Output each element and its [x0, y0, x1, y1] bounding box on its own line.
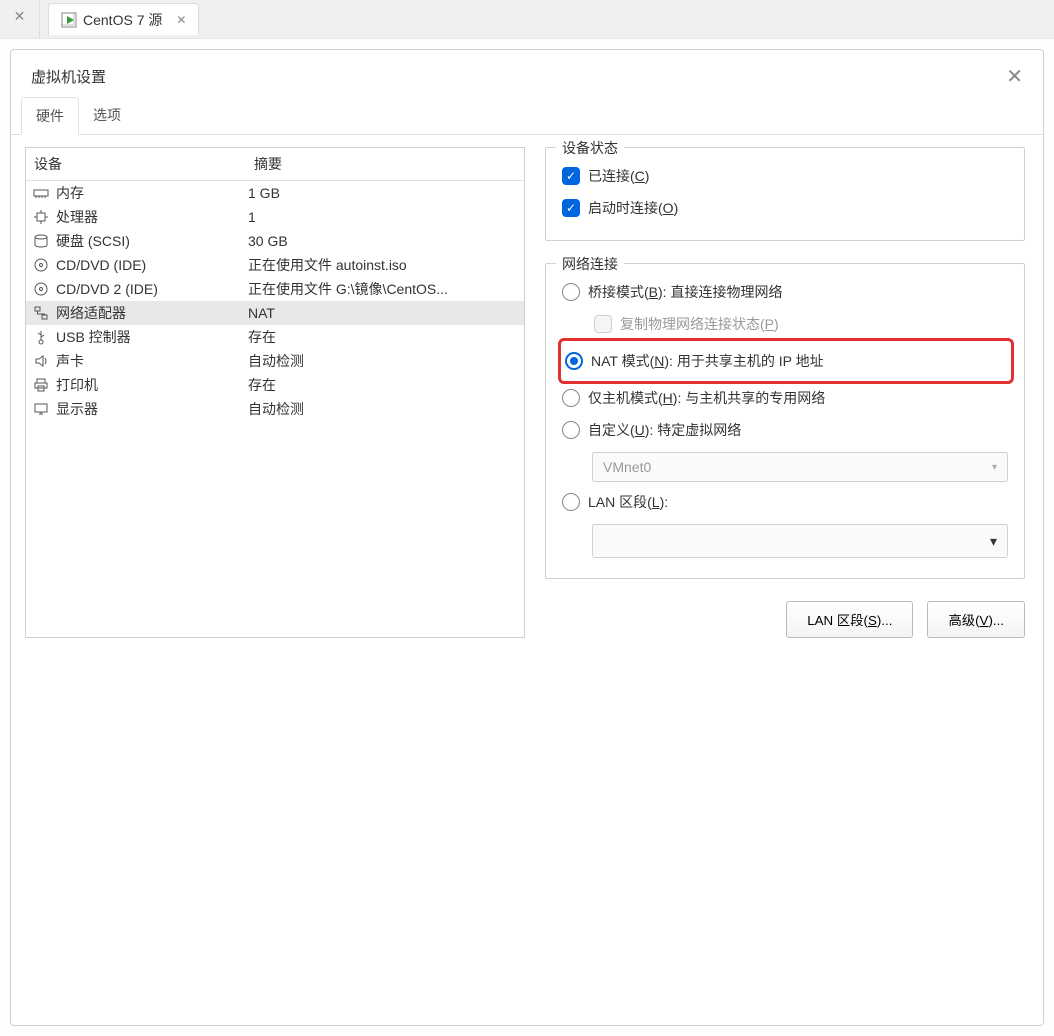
checkbox-checked-icon: ✓ [562, 167, 580, 185]
device-name: 硬盘 (SCSI) [56, 231, 130, 251]
dialog-close-button[interactable]: ✕ [1006, 64, 1023, 89]
device-name: 打印机 [56, 375, 98, 395]
lan-segment-select[interactable]: ▾ [592, 524, 1008, 558]
dialog-tabs: 硬件 选项 [11, 97, 1043, 135]
network-icon [32, 304, 50, 322]
device-summary: 自动检测 [246, 399, 524, 419]
device-row[interactable]: 处理器 1 [26, 205, 524, 229]
device-name: 显示器 [56, 399, 98, 419]
device-name: 网络适配器 [56, 303, 126, 323]
checkbox-checked-icon: ✓ [562, 199, 580, 217]
radio-icon [562, 493, 580, 511]
vm-icon [61, 12, 77, 28]
cd-icon [32, 280, 50, 298]
device-summary: 30 GB [246, 233, 524, 249]
hostonly-label: 仅主机模式(H): 与主机共享的专用网络 [588, 388, 825, 408]
usb-icon [32, 328, 50, 346]
radio-icon [562, 389, 580, 407]
device-summary: 自动检测 [246, 351, 524, 371]
bridged-label: 桥接模式(B): 直接连接物理网络 [588, 282, 782, 302]
memory-icon [32, 184, 50, 202]
radio-custom[interactable]: 自定义(U): 特定虚拟网络 [562, 414, 1008, 446]
replicate-checkbox-row: 复制物理网络连接状态(P) [594, 308, 1008, 340]
chevron-down-icon: ▾ [992, 462, 997, 473]
vm-settings-dialog: 虚拟机设置 ✕ 硬件 选项 设备 摘要 内存 1 GB 处理器 1 硬盘 (SCSI) 3… [10, 49, 1044, 1026]
device-name: 声卡 [56, 351, 84, 371]
connected-checkbox-row[interactable]: ✓ 已连接(C) [562, 160, 1008, 192]
device-state-legend: 设备状态 [556, 138, 624, 158]
nat-highlight: NAT 模式(N): 用于共享主机的 IP 地址 [558, 338, 1014, 384]
printer-icon [32, 376, 50, 394]
connect-on-poweron-label: 启动时连接(O) [588, 198, 678, 218]
device-name: 处理器 [56, 207, 98, 227]
header-device: 设备 [26, 148, 246, 180]
cd-icon [32, 256, 50, 274]
lan-segments-button[interactable]: LAN 区段(S)... [786, 601, 913, 638]
advanced-button[interactable]: 高级(V)... [927, 601, 1025, 638]
dialog-title: 虚拟机设置 [31, 66, 106, 87]
tab-hardware[interactable]: 硬件 [21, 97, 79, 135]
sound-icon [32, 352, 50, 370]
network-legend: 网络连接 [556, 254, 624, 274]
home-tab[interactable]: ✕ [0, 0, 40, 38]
device-row[interactable]: 显示器 自动检测 [26, 397, 524, 421]
nat-label: NAT 模式(N): 用于共享主机的 IP 地址 [591, 351, 824, 371]
device-row[interactable]: USB 控制器 存在 [26, 325, 524, 349]
radio-selected-icon [565, 352, 583, 370]
disk-icon [32, 232, 50, 250]
radio-hostonly[interactable]: 仅主机模式(H): 与主机共享的专用网络 [562, 382, 1008, 414]
device-list-panel: 设备 摘要 内存 1 GB 处理器 1 硬盘 (SCSI) 30 GB CD/DVD (ID… [25, 147, 525, 638]
radio-icon [562, 283, 580, 301]
device-state-group: 设备状态 ✓ 已连接(C) ✓ 启动时连接(O) [545, 147, 1025, 241]
replicate-label: 复制物理网络连接状态(P) [620, 314, 779, 334]
custom-network-value: VMnet0 [603, 459, 651, 475]
close-icon[interactable]: ✕ [14, 8, 26, 25]
header-summary: 摘要 [246, 148, 524, 180]
radio-nat[interactable]: NAT 模式(N): 用于共享主机的 IP 地址 [561, 345, 1007, 377]
device-row[interactable]: CD/DVD (IDE) 正在使用文件 autoinst.iso [26, 253, 524, 277]
device-row[interactable]: CD/DVD 2 (IDE) 正在使用文件 G:\镜像\CentOS... [26, 277, 524, 301]
custom-label: 自定义(U): 特定虚拟网络 [588, 420, 741, 440]
close-icon[interactable]: ✕ [176, 13, 186, 27]
chevron-down-icon: ▾ [990, 533, 997, 550]
vm-tab[interactable]: CentOS 7 源 ✕ [48, 3, 199, 35]
connected-label: 已连接(C) [588, 166, 649, 186]
device-row[interactable]: 打印机 存在 [26, 373, 524, 397]
custom-network-select[interactable]: VMnet0 ▾ [592, 452, 1008, 482]
device-row[interactable]: 内存 1 GB [26, 181, 524, 205]
device-name: CD/DVD (IDE) [56, 257, 146, 273]
cpu-icon [32, 208, 50, 226]
network-connection-group: 网络连接 桥接模式(B): 直接连接物理网络 复制物理网络连接状态(P) NAT… [545, 263, 1025, 579]
device-summary: 正在使用文件 G:\镜像\CentOS... [246, 279, 524, 299]
device-summary: 1 GB [246, 185, 524, 201]
radio-lan-segment[interactable]: LAN 区段(L): [562, 486, 1008, 518]
device-name: 内存 [56, 183, 84, 203]
lan-label: LAN 区段(L): [588, 492, 668, 512]
tab-options[interactable]: 选项 [79, 97, 135, 134]
device-summary: 存在 [246, 327, 524, 347]
radio-icon [562, 421, 580, 439]
device-details-panel: 设备状态 ✓ 已连接(C) ✓ 启动时连接(O) 网络连接 桥接模 [545, 147, 1029, 638]
device-name: USB 控制器 [56, 327, 131, 347]
display-icon [32, 400, 50, 418]
device-summary: 1 [246, 209, 524, 225]
device-summary: 存在 [246, 375, 524, 395]
device-table-header: 设备 摘要 [26, 148, 524, 181]
device-row[interactable]: 硬盘 (SCSI) 30 GB [26, 229, 524, 253]
app-tab-bar: ✕ CentOS 7 源 ✕ [0, 0, 1054, 38]
device-row[interactable]: 声卡 自动检测 [26, 349, 524, 373]
radio-bridged[interactable]: 桥接模式(B): 直接连接物理网络 [562, 276, 1008, 308]
device-name: CD/DVD 2 (IDE) [56, 281, 158, 297]
vm-tab-label: CentOS 7 源 [83, 10, 162, 30]
checkbox-disabled-icon [594, 315, 612, 333]
device-row[interactable]: 网络适配器 NAT [26, 301, 524, 325]
device-summary: 正在使用文件 autoinst.iso [246, 255, 524, 275]
connect-on-poweron-checkbox-row[interactable]: ✓ 启动时连接(O) [562, 192, 1008, 224]
device-summary: NAT [246, 305, 524, 321]
